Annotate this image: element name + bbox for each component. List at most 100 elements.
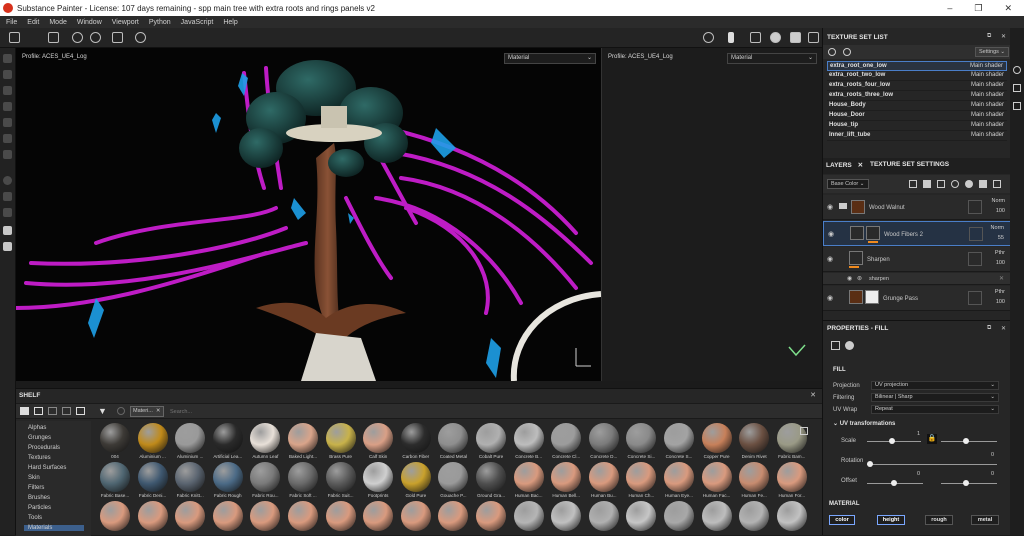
material-thumbnail[interactable]	[623, 501, 659, 531]
panel-close-icon[interactable]: ✕	[1001, 33, 1006, 40]
offset-y-slider-knob[interactable]	[963, 480, 969, 486]
eye-icon[interactable]: ◉	[827, 294, 833, 302]
layer-row[interactable]: ◉ Wood Walnut Norm 100	[823, 195, 1011, 220]
material-thumbnail[interactable]: Concrete B...	[511, 423, 547, 459]
eye-icon[interactable]: ◉	[827, 255, 833, 263]
texture-set-row[interactable]: House_tip Main shader	[827, 121, 1007, 131]
category-textures[interactable]: Textures	[28, 455, 51, 461]
material-thumbnail[interactable]: Human For...	[774, 462, 810, 498]
eraser-icon[interactable]	[3, 70, 12, 79]
material-thumbnail[interactable]: 004	[97, 423, 133, 459]
material-thumbnail[interactable]	[473, 501, 509, 531]
material-tab-icon[interactable]	[845, 341, 854, 350]
category-hard-surfaces[interactable]: Hard Surfaces	[28, 465, 66, 471]
display-settings-icon[interactable]	[1013, 102, 1021, 110]
material-thumbnail[interactable]: Concrete Si...	[623, 423, 659, 459]
channel-color-toggle[interactable]: color	[829, 515, 855, 525]
hide-icon[interactable]	[62, 407, 71, 415]
tab-layers[interactable]: LAYERS ✕	[826, 161, 863, 169]
material-thumbnail[interactable]: Human Bell...	[548, 462, 584, 498]
projection-select[interactable]: UV projection ⌄	[871, 381, 999, 390]
material-thumbnail[interactable]	[97, 501, 133, 531]
import-icon[interactable]	[76, 407, 85, 415]
material-thumbnail[interactable]	[135, 501, 171, 531]
settings-icon[interactable]	[3, 176, 12, 185]
material-thumbnail[interactable]: Human Ch...	[623, 462, 659, 498]
category-filters[interactable]: Filters	[28, 485, 44, 491]
layer-blend-mode[interactable]: Pthr	[995, 250, 1005, 256]
material-thumbnail[interactable]: Fabric Rou...	[247, 462, 283, 498]
tab-layers-close-icon[interactable]: ✕	[858, 162, 863, 169]
shelf-search-input[interactable]	[170, 406, 250, 417]
split-view-icon[interactable]	[48, 32, 59, 43]
layer-opacity[interactable]: 100	[996, 260, 1005, 266]
material-thumbnail[interactable]: Ground Gra...	[473, 462, 509, 498]
material-thumbnail[interactable]: Aluminium ...	[172, 423, 208, 459]
texture-set-row[interactable]: extra_root_two_low Main shader	[827, 71, 1007, 81]
category-alphas[interactable]: Alphas	[28, 425, 46, 431]
material-thumbnail[interactable]: Brass Pure	[323, 423, 359, 459]
material-thumbnail[interactable]	[247, 501, 283, 531]
material-thumbnail[interactable]	[661, 501, 697, 531]
material-thumbnail[interactable]	[398, 501, 434, 531]
material-thumbnail[interactable]: Fabric Knitt...	[172, 462, 208, 498]
texture-set-row[interactable]: House_Door Main shader	[827, 111, 1007, 121]
color-picker-icon[interactable]	[3, 150, 12, 159]
add-folder-icon[interactable]	[979, 180, 987, 188]
material-thumbnail[interactable]	[210, 501, 246, 531]
material-thumbnail[interactable]: Human Bac...	[511, 462, 547, 498]
offset-y-slider-track[interactable]	[941, 483, 997, 484]
texture-set-row[interactable]: extra_roots_three_low Main shader	[827, 91, 1007, 101]
material-thumbnail[interactable]: Human Bu...	[586, 462, 622, 498]
add-paint-layer-icon[interactable]	[937, 180, 945, 188]
add-fill-layer-icon[interactable]	[951, 180, 959, 188]
2d-viewport[interactable]: Profile: ACES_UE4_Log Material ⌄	[601, 48, 822, 381]
material-thumbnail[interactable]: Human Fe...	[736, 462, 772, 498]
material-thumbnail[interactable]: Autumn Leaf	[247, 423, 283, 459]
list-view-icon[interactable]	[48, 407, 57, 415]
grid-size-icon[interactable]	[800, 427, 808, 435]
material-thumbnail[interactable]: Fabric Rough	[210, 462, 246, 498]
camera-off-icon[interactable]	[703, 32, 714, 43]
layer-row[interactable]: ◉ Sharpen Pthr 100	[823, 247, 1011, 272]
panel-float-icon[interactable]: ⧉	[987, 33, 991, 40]
menu-viewport[interactable]: Viewport	[112, 19, 139, 26]
texture-set-row[interactable]: extra_root_one_low Main shader	[827, 61, 1007, 71]
category-brushes[interactable]: Brushes	[28, 495, 50, 501]
layers-icon[interactable]	[3, 192, 12, 201]
category-tools[interactable]: Tools	[28, 515, 42, 521]
material-thumbnail[interactable]: Carbon Fiber	[398, 423, 434, 459]
material-thumbnail[interactable]: Denim Rivet	[736, 423, 772, 459]
layer-row-selected[interactable]: ◉ Wood Fibers 2 Norm 55	[823, 221, 1011, 246]
close-button[interactable]: ✕	[1004, 3, 1012, 14]
viewport-mode-select[interactable]: Material ⌄	[504, 53, 596, 64]
paint-brush-icon[interactable]	[3, 54, 12, 63]
new-folder-icon[interactable]	[34, 407, 43, 415]
material-thumbnail[interactable]: Copper Pure	[699, 423, 735, 459]
3d-viewport[interactable]: Profile: ACES_UE4_Log Material ⌄	[16, 48, 601, 381]
menu-window[interactable]: Window	[77, 19, 102, 26]
delete-layer-icon[interactable]	[993, 180, 1001, 188]
layer-row[interactable]: ◉ Grunge Pass Pthr 100	[823, 286, 1011, 311]
pause-icon[interactable]	[728, 32, 734, 43]
material-thumbnail[interactable]	[586, 501, 622, 531]
material-thumbnail[interactable]: Human Fac...	[699, 462, 735, 498]
scale-slider-knob[interactable]	[889, 438, 895, 444]
channel-select[interactable]: Base Color ⌄	[827, 179, 869, 189]
texture-set-row[interactable]: House_Body Main shader	[827, 101, 1007, 111]
smudge-icon[interactable]	[3, 118, 12, 127]
add-smart-material-icon[interactable]	[965, 180, 973, 188]
tab-texture-set-settings[interactable]: TEXTURE SET SETTINGS	[870, 161, 949, 168]
material-thumbnail[interactable]: Fabric Suit...	[323, 462, 359, 498]
rotation-slider-track[interactable]	[867, 464, 997, 465]
uv-transformations-header[interactable]: ⌄ UV transformations	[833, 420, 895, 427]
filtering-select[interactable]: Bilinear | Sharp ⌄	[871, 393, 999, 402]
menu-edit[interactable]: Edit	[27, 19, 39, 26]
scale-y-slider-knob[interactable]	[963, 438, 969, 444]
material-thumbnail[interactable]: Concrete Cl...	[548, 423, 584, 459]
sphere-icon[interactable]	[770, 32, 781, 43]
menu-help[interactable]: Help	[223, 19, 237, 26]
frame-icon[interactable]	[112, 32, 123, 43]
material-thumbnail[interactable]	[360, 501, 396, 531]
material-thumbnail[interactable]: Concrete S...	[661, 423, 697, 459]
